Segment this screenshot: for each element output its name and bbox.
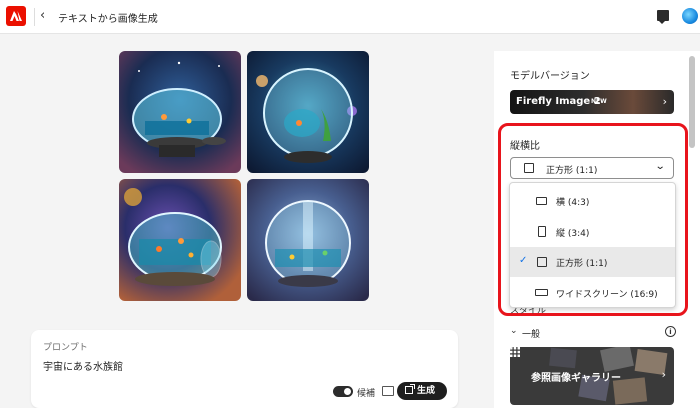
gallery-label: 参照画像ギャラリー xyxy=(531,373,621,384)
general-section-header[interactable]: ⌄ 一般 i xyxy=(510,326,676,340)
adobe-logo-icon[interactable] xyxy=(6,6,26,26)
prompt-input[interactable]: 宇宙にある水族館 xyxy=(43,358,123,373)
generated-image-4[interactable] xyxy=(247,179,369,301)
general-label: 一般 xyxy=(522,330,541,340)
suggestions-toggle-label: 候補 xyxy=(357,389,376,399)
generate-button-label: 生成 xyxy=(417,386,436,396)
chevron-left-icon[interactable]: ‹ xyxy=(40,9,54,23)
chevron-down-icon: ⌄ xyxy=(510,326,518,336)
chevron-right-icon: › xyxy=(661,368,666,381)
model-version-card[interactable]: Firefly Image 2 NEW › xyxy=(510,90,674,114)
external-link-icon xyxy=(405,384,415,394)
generated-image-2[interactable] xyxy=(247,51,369,173)
reference-gallery-card[interactable]: 参照画像ギャラリー › xyxy=(510,347,674,405)
chevron-right-icon: › xyxy=(662,95,667,108)
grid-icon xyxy=(510,347,520,357)
feedback-icon[interactable] xyxy=(657,10,669,24)
model-name: Firefly Image 2 xyxy=(516,96,601,107)
prompt-panel: プロンプト 宇宙にある水族館 候補 生成 xyxy=(31,330,458,408)
page-title: テキストから画像生成 xyxy=(58,14,158,25)
generated-image-1[interactable] xyxy=(119,51,241,173)
new-badge: NEW xyxy=(591,98,607,105)
toolbar-divider xyxy=(34,8,35,26)
image-upload-icon[interactable] xyxy=(382,386,394,396)
info-icon[interactable]: i xyxy=(665,326,676,337)
suggestions-toggle[interactable] xyxy=(333,386,353,397)
generate-button[interactable]: 生成 xyxy=(397,382,447,400)
avatar[interactable] xyxy=(682,8,698,24)
prompt-label: プロンプト xyxy=(43,343,88,353)
model-section-label: モデルバージョン xyxy=(510,71,590,82)
panel-scrollbar[interactable] xyxy=(689,56,695,148)
annotation-highlight-box xyxy=(498,123,688,316)
top-bar: ‹ テキストから画像生成 xyxy=(0,0,700,34)
generated-image-3[interactable] xyxy=(119,179,241,301)
